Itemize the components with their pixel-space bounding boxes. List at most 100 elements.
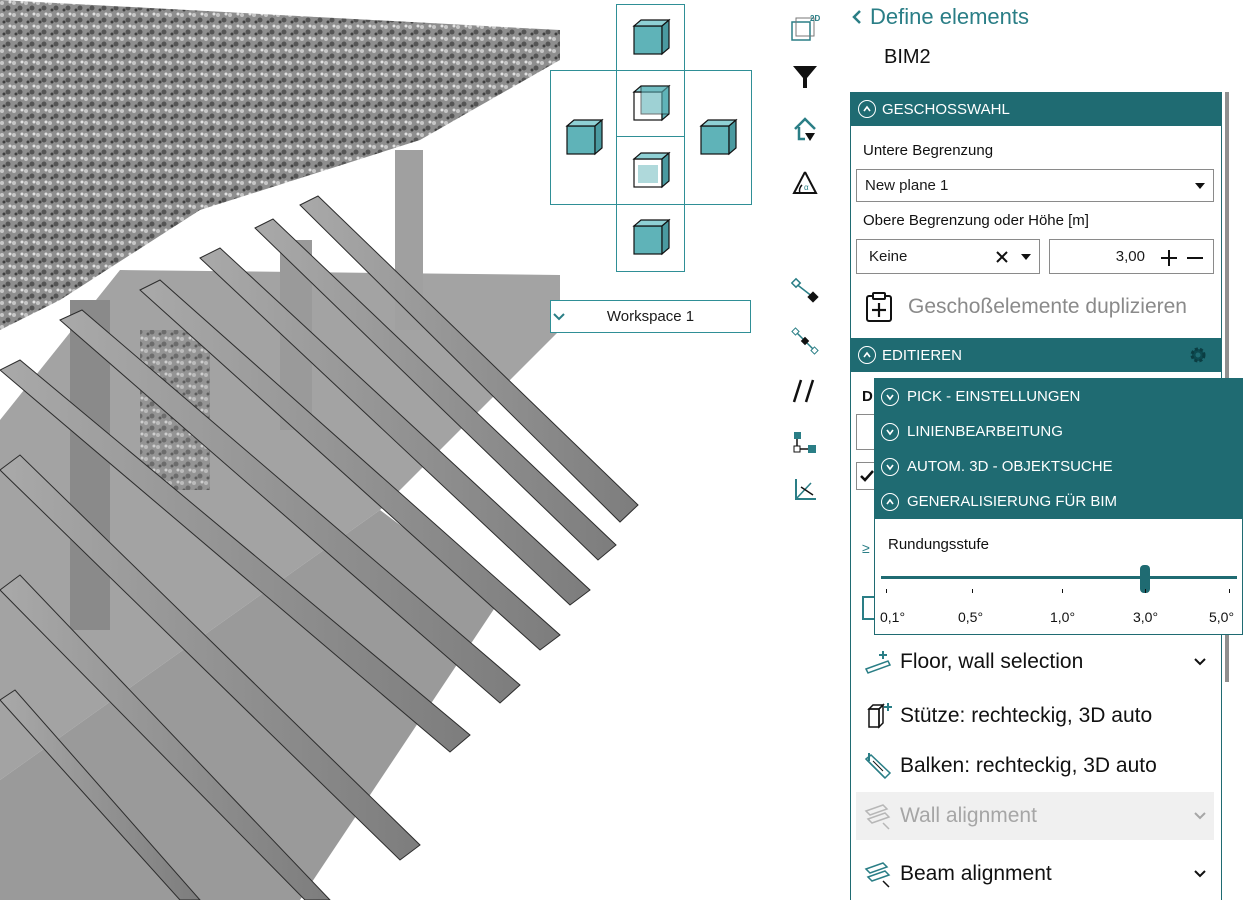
2d-view-button[interactable]: 2D: [788, 10, 822, 44]
editieren-partial-field[interactable]: [856, 414, 876, 450]
house-arrow-icon: [794, 117, 816, 141]
back-link[interactable]: Define elements: [850, 4, 1029, 30]
element-label: Beam alignment: [900, 862, 1052, 885]
clipboard-plus-icon: [866, 292, 892, 322]
chevron-down-icon[interactable]: [1192, 866, 1208, 882]
pick-point-button[interactable]: [788, 274, 822, 308]
section-geschosswahl-header[interactable]: GESCHOSSWAHL: [850, 92, 1222, 126]
element-label: Stütze: rechteckig, 3D auto: [900, 704, 1153, 727]
popup-row-generalization-bim[interactable]: GENERALISIERUNG FÜR BIM: [875, 484, 1242, 519]
slider-tick: [1145, 589, 1146, 593]
rounding-level-label: Rundungsstufe: [888, 536, 989, 553]
axis-button[interactable]: [788, 472, 822, 506]
floor-wall-icon: [864, 651, 892, 674]
pick-line-icon: [791, 327, 819, 355]
view-left-face[interactable]: [550, 70, 617, 205]
parallel-lines-button[interactable]: [788, 374, 822, 408]
cube-bottom-icon: [631, 218, 671, 256]
slider-tick: [1062, 589, 1063, 593]
2d-view-icon: 2D: [791, 14, 820, 41]
upper-bound-label: Obere Begrenzung oder Höhe [m]: [863, 212, 1089, 229]
minus-icon[interactable]: [1185, 248, 1205, 268]
slider-tick: [972, 589, 973, 593]
partial-icon-row-1: ≥: [862, 540, 870, 556]
view-bottom-face[interactable]: [616, 204, 685, 272]
view-right-face[interactable]: [684, 70, 752, 205]
plus-icon[interactable]: [1159, 248, 1179, 268]
expand-icon: [881, 422, 899, 441]
view-front-face[interactable]: [616, 136, 685, 205]
expand-icon: [881, 457, 899, 476]
angle-measure-button[interactable]: α: [788, 166, 822, 200]
rounding-slider[interactable]: [881, 565, 1237, 595]
height-value[interactable]: 3,00: [1116, 248, 1145, 265]
lower-bound-value: New plane 1: [865, 177, 949, 194]
filter-button[interactable]: [788, 60, 822, 94]
filter-icon: [793, 66, 817, 88]
pick-point-icon: [791, 277, 819, 303]
view-back-face[interactable]: [616, 70, 685, 137]
popup-row-auto-3d-search[interactable]: AUTOM. 3D - OBJEKTSUCHE: [875, 449, 1242, 484]
cube-left-icon: [564, 118, 604, 155]
element-label: Floor, wall selection: [900, 650, 1084, 673]
pick-line-button[interactable]: [788, 324, 822, 358]
3d-viewport[interactable]: Workspace 1: [0, 0, 780, 900]
element-wall-alignment[interactable]: Wall alignment: [856, 792, 1214, 840]
popup-row-label: LINIENBEARBEITUNG: [907, 423, 1063, 440]
cube-right-icon: [699, 118, 738, 155]
element-floor-wall-selection[interactable]: Floor, wall selection: [856, 638, 1214, 686]
duplicate-floor-elements-label: Geschoßelemente duplizieren: [908, 295, 1187, 318]
parallel-lines-icon: [792, 379, 815, 403]
workspace-select-value: Workspace 1: [606, 308, 695, 325]
view-cube[interactable]: [550, 4, 752, 272]
gear-icon[interactable]: [1188, 345, 1208, 365]
svg-text:2D: 2D: [810, 14, 820, 23]
section-editieren-header[interactable]: EDITIEREN: [850, 338, 1222, 372]
slider-tick-label: 3,0°: [1133, 609, 1159, 625]
popup-row-pick-settings[interactable]: PICK - EINSTELLUNGEN: [875, 379, 1242, 414]
lower-bound-label: Untere Begrenzung: [863, 142, 994, 159]
slider-tick-label: 1,0°: [1050, 609, 1076, 625]
element-column-rect-3d[interactable]: Stütze: rechteckig, 3D auto: [856, 692, 1214, 740]
checkmark-icon: [859, 470, 874, 482]
element-label: Wall alignment: [900, 804, 1037, 827]
cube-top-icon: [631, 18, 671, 55]
cube-back-icon: [631, 84, 671, 121]
slider-track: [881, 576, 1237, 579]
popup-row-label: AUTOM. 3D - OBJEKTSUCHE: [907, 458, 1113, 475]
house-arrow-button[interactable]: [788, 112, 822, 146]
axis-icon: [795, 479, 816, 500]
hierarchy-button[interactable]: [788, 426, 822, 460]
view-top-face[interactable]: [616, 4, 685, 71]
element-beam-alignment[interactable]: Beam alignment: [856, 850, 1214, 898]
slider-tick-label: 5,0°: [1209, 609, 1235, 625]
editieren-partial-label: D: [862, 388, 873, 405]
height-stepper[interactable]: 3,00: [1049, 239, 1214, 274]
section-geschosswahl-title: GESCHOSSWAHL: [882, 100, 1010, 118]
duplicate-floor-elements-button[interactable]: Geschoßelemente duplizieren: [864, 288, 1187, 326]
beam-align-icon: [864, 862, 891, 888]
chevron-down-icon: [553, 313, 565, 321]
slider-tick: [886, 589, 887, 593]
upper-bound-select[interactable]: Keine: [856, 239, 1040, 274]
wall-align-icon: [864, 804, 891, 830]
clear-icon[interactable]: [995, 250, 1009, 264]
workspace-select[interactable]: Workspace 1: [550, 300, 751, 333]
slider-tick: [1229, 589, 1230, 593]
dropdown-caret-icon: [1021, 253, 1031, 260]
expand-icon: [881, 387, 899, 406]
cube-front-icon: [631, 151, 671, 188]
lower-bound-select[interactable]: New plane 1: [856, 169, 1214, 202]
popup-row-label: GENERALISIERUNG FÜR BIM: [907, 493, 1118, 510]
chevron-down-icon[interactable]: [1192, 654, 1208, 670]
dropdown-caret-icon: [1195, 182, 1205, 189]
element-label: Balken: rechteckig, 3D auto: [900, 754, 1157, 777]
collapse-icon: [858, 100, 876, 118]
collapse-icon: [858, 346, 876, 364]
chevron-left-icon: [852, 10, 861, 24]
editieren-checkbox[interactable]: [856, 462, 876, 490]
element-beam-rect-3d[interactable]: Balken: rechteckig, 3D auto: [856, 742, 1214, 790]
chevron-down-icon[interactable]: [1192, 808, 1208, 824]
popup-row-line-editing[interactable]: LINIENBEARBEITUNG: [875, 414, 1242, 449]
beam-icon: [864, 753, 892, 780]
